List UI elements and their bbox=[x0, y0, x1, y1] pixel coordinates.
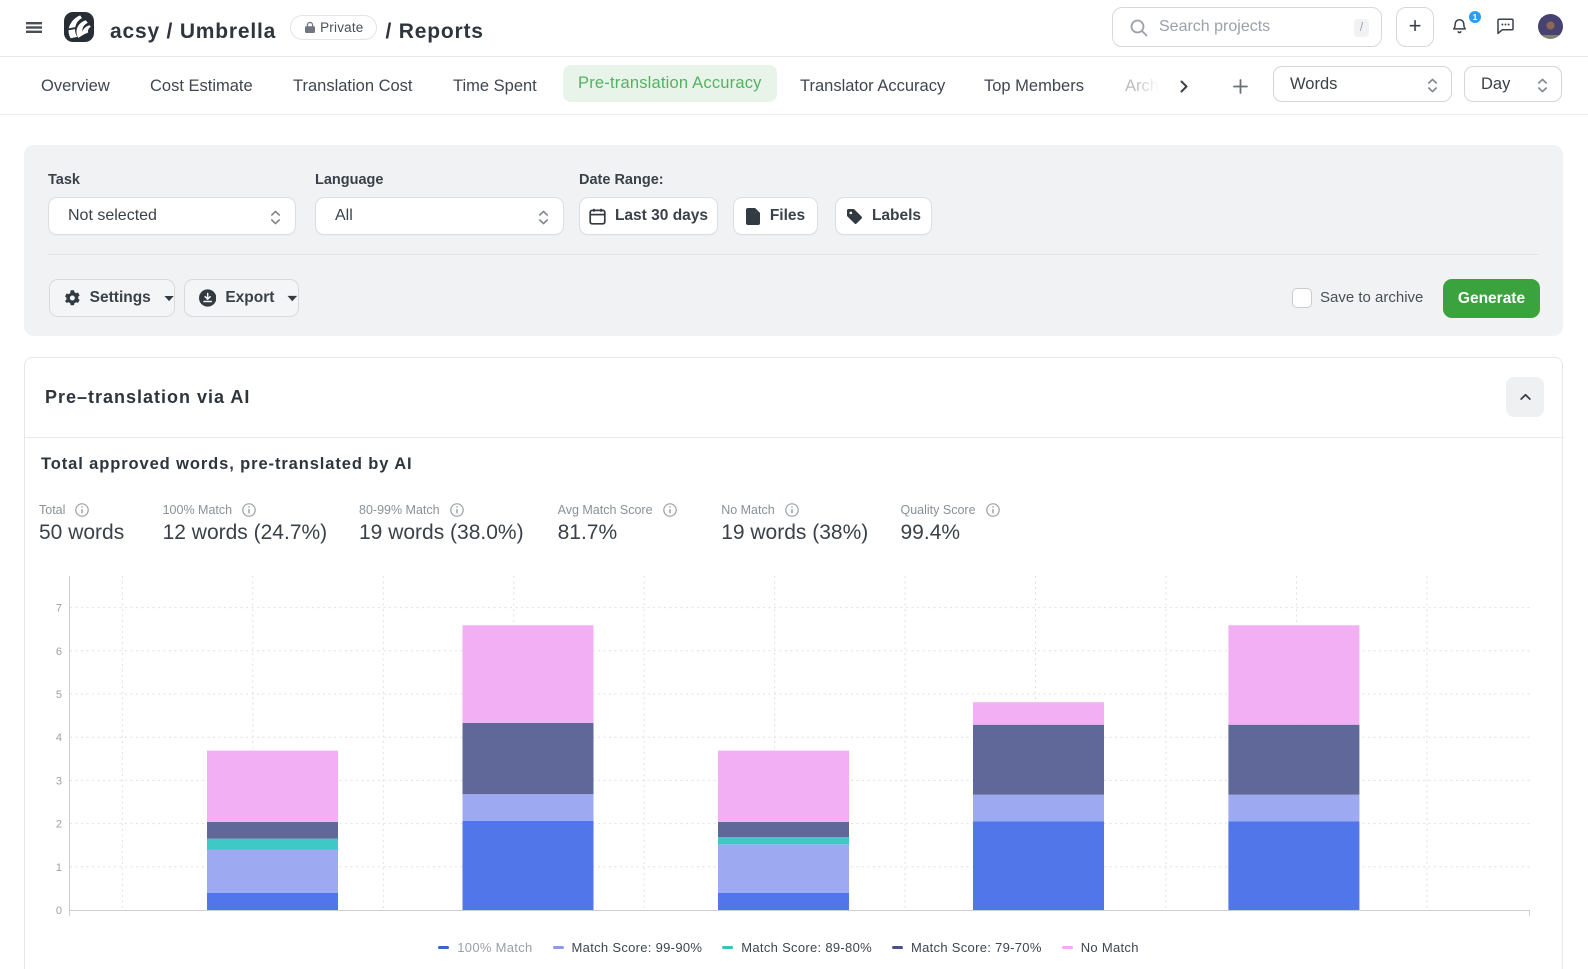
svg-text:3: 3 bbox=[56, 775, 62, 787]
svg-text:5: 5 bbox=[56, 689, 62, 701]
svg-text:4: 4 bbox=[56, 732, 62, 744]
svg-text:6: 6 bbox=[56, 646, 62, 658]
svg-text:7: 7 bbox=[56, 603, 62, 615]
svg-text:2: 2 bbox=[56, 819, 62, 831]
svg-text:0: 0 bbox=[56, 905, 62, 917]
svg-text:1: 1 bbox=[56, 862, 62, 874]
